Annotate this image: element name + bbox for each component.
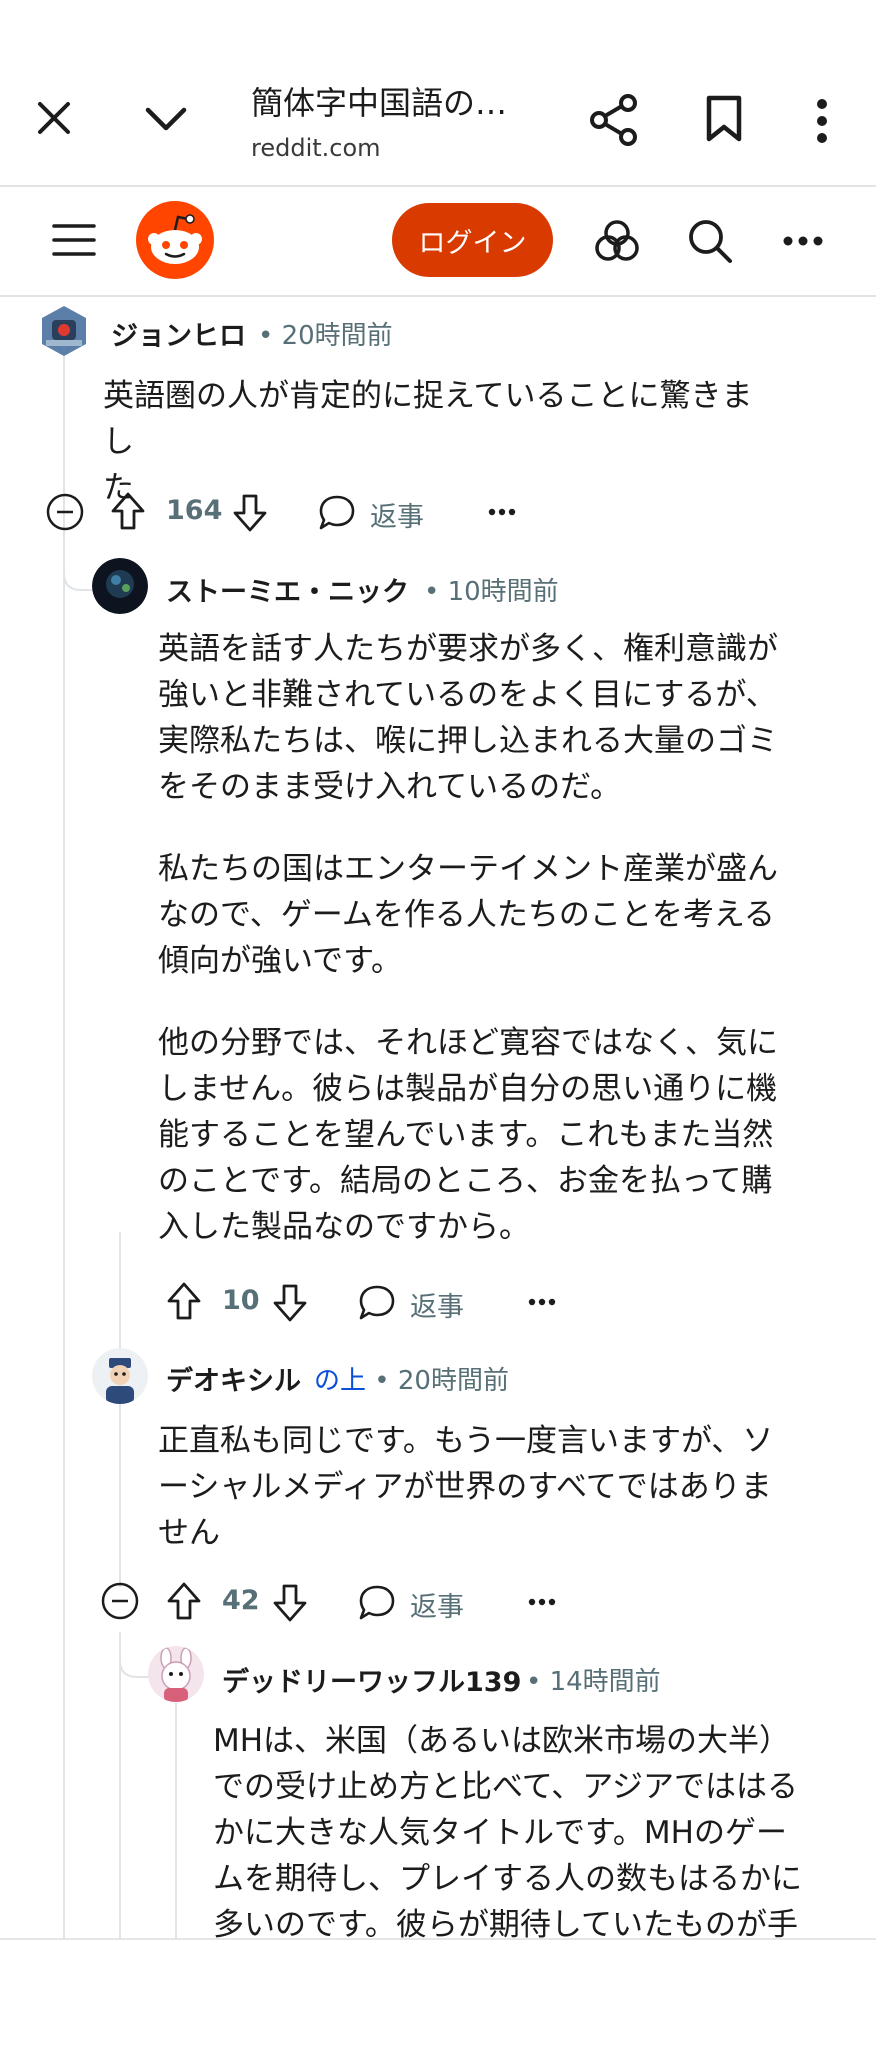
comment-text-line: 能することを望んでいます。これもまた当然 [158, 1117, 774, 1153]
comment-body: 英語圏の人が肯定的に捉えていることに驚きまし た [103, 373, 763, 511]
search-icon[interactable] [686, 217, 734, 265]
comment-author[interactable]: デオキシル [166, 1359, 301, 1398]
comment-text-line: 英語圏の人が肯定的に捉えていることに驚きまし [103, 378, 753, 460]
upvote-icon[interactable] [166, 1281, 202, 1321]
reply-icon[interactable] [318, 494, 356, 532]
comment-author[interactable]: デッドリーワッフル139 [222, 1660, 521, 1699]
comment-paragraph: 他の分野では、それほど寛容ではなく、気に しません。彼らは製品が自分の思い通りに… [158, 1020, 838, 1250]
reply-icon[interactable] [358, 1284, 396, 1322]
comment-text-line: ーシャルメディアが世界のすべてではありま [158, 1469, 772, 1505]
comment-text-line: かに大きな人気タイトルです。MHのゲー [213, 1815, 787, 1851]
comment-text-line: せん [158, 1515, 220, 1551]
comment-author[interactable]: ストーミエ・ニック [166, 570, 409, 609]
comment-paragraph: 私たちの国はエンターテイメント産業が盛ん なので、ゲームを作る人たちのことを考え… [158, 846, 838, 984]
reply-button[interactable]: 返事 [410, 1585, 464, 1624]
bottom-bar [0, 1938, 876, 2050]
comment-text-line: 実際私たちは、喉に押し込まれる大量のゴミ [158, 723, 778, 759]
user-avatar[interactable] [92, 558, 148, 614]
comment-timestamp: • 14時間前 [526, 1667, 661, 1697]
comment-text-line: をそのまま受け入れているのだ。 [158, 769, 622, 805]
thread-line[interactable] [175, 1703, 177, 1941]
vote-count: 164 [166, 495, 223, 526]
more-horizontal-icon[interactable] [782, 235, 824, 247]
chevron-down-icon[interactable] [142, 100, 190, 136]
upvote-icon[interactable] [166, 1581, 202, 1621]
upvote-icon[interactable] [110, 491, 146, 531]
app-rings-icon[interactable] [593, 217, 641, 265]
comment-text-line: 多いのです。彼らが期待していたものが手 [213, 1907, 798, 1938]
downvote-icon[interactable] [272, 1283, 308, 1323]
comment-body: 正直私も同じです。もう一度言いますが、ソ ーシャルメディアが世界のすべてではあり… [158, 1418, 838, 1556]
comment-timestamp: • 20時間前 [374, 1366, 509, 1396]
comment-text-line: 入した製品なのですから。 [158, 1209, 530, 1245]
user-avatar[interactable] [40, 304, 88, 358]
bookmark-icon[interactable] [704, 94, 744, 144]
parent-link[interactable]: の上 [314, 1366, 366, 1396]
browser-toolbar: 簡体字中国語の… reddit.com [0, 0, 876, 187]
reddit-logo-icon[interactable] [136, 201, 214, 279]
comment-text-line: 正直私も同じです。もう一度言いますが、ソ [158, 1423, 774, 1459]
thread-line[interactable] [119, 1632, 121, 1942]
comment-text-line: 英語を話す人たちが要求が多く、権利意識が [158, 631, 778, 667]
comment-body: MHは、米国（あるいは欧米市場の大半） での受け止め方と比べて、アジアでははる … [213, 1718, 853, 1938]
comment-text-line: 他の分野では、それほど寛容ではなく、気に [158, 1025, 778, 1061]
comment-timestamp: • 10時間前 [424, 577, 559, 607]
comment-text-line: MHは、米国（あるいは欧米市場の大半） [213, 1723, 791, 1759]
vote-count: 42 [222, 1585, 260, 1616]
more-vertical-icon[interactable] [808, 98, 836, 144]
comment-text-line: なので、ゲームを作る人たちのことを考える [158, 897, 775, 933]
comment-timestamp: • 20時間前 [258, 321, 393, 351]
reply-button[interactable]: 返事 [410, 1285, 464, 1324]
login-button[interactable]: ログイン [392, 203, 553, 277]
comment-body: 英語を話す人たちが要求が多く、権利意識が 強いと非難されているのをよく目にするが… [158, 626, 838, 1250]
collapse-icon[interactable] [46, 493, 84, 531]
more-options-icon[interactable] [488, 507, 516, 517]
user-avatar[interactable] [148, 1646, 204, 1702]
comment-text-line: のことです。結局のところ、お金を払って購 [158, 1163, 773, 1199]
comment-text-line: ムを期待し、プレイする人の数もはるかに [213, 1861, 802, 1897]
vote-count: 10 [222, 1285, 260, 1316]
close-icon[interactable] [34, 98, 74, 138]
downvote-icon[interactable] [232, 493, 268, 533]
more-options-icon[interactable] [528, 1597, 556, 1607]
page-title: 簡体字中国語の… [251, 84, 508, 122]
user-avatar[interactable] [92, 1348, 148, 1404]
hamburger-menu-icon[interactable] [52, 222, 96, 258]
reddit-header: ログイン [0, 187, 876, 297]
page-domain: reddit.com [251, 134, 381, 162]
comment-paragraph: 英語を話す人たちが要求が多く、権利意識が 強いと非難されているのをよく目にするが… [158, 626, 838, 810]
more-options-icon[interactable] [528, 1297, 556, 1307]
comment-author[interactable]: ジョンヒロ [111, 314, 246, 353]
comment-text-line: での受け止め方と比べて、アジアでははる [213, 1769, 798, 1805]
collapse-icon[interactable] [101, 1582, 139, 1620]
comment-text-line: しません。彼らは製品が自分の思い通りに機 [158, 1071, 778, 1107]
comment-text-line: 強いと非難されているのをよく目にするが、 [158, 677, 777, 713]
comment-meta: の上 • 20時間前 [314, 1360, 509, 1397]
comment-text-line: 傾向が強いです。 [158, 943, 402, 979]
downvote-icon[interactable] [272, 1583, 308, 1623]
share-icon[interactable] [588, 94, 640, 146]
comment-text-line: 私たちの国はエンターテイメント産業が盛ん [158, 851, 778, 887]
reply-button[interactable]: 返事 [370, 495, 424, 534]
thread-line[interactable] [119, 1232, 121, 1587]
reply-icon[interactable] [358, 1584, 396, 1622]
